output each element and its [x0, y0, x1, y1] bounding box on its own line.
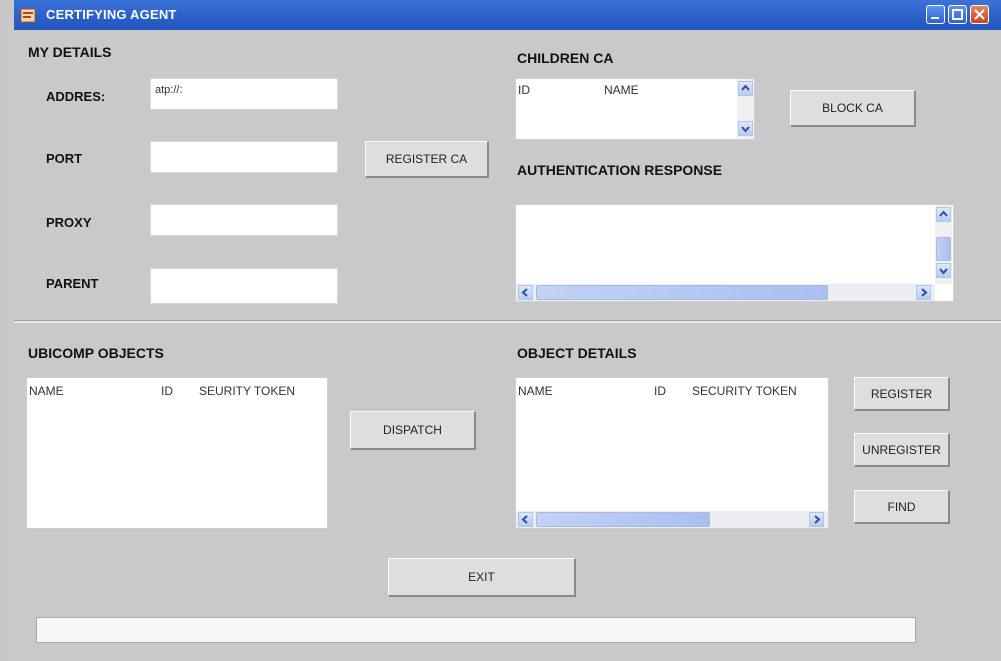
auth-response-hscrollbar[interactable]: [516, 284, 935, 301]
ubicomp-col-id: ID: [161, 384, 173, 398]
scroll-left-icon[interactable]: [518, 285, 533, 300]
title-bar[interactable]: CERTIFYING AGENT: [14, 0, 1001, 30]
minimize-button[interactable]: [926, 5, 945, 24]
my-details-heading: MY DETAILS: [28, 44, 112, 60]
maximize-button[interactable]: [948, 5, 967, 24]
authentication-response-heading: AUTHENTICATION RESPONSE: [517, 162, 723, 178]
close-button[interactable]: [970, 5, 989, 24]
object-details-hscrollbar[interactable]: [516, 511, 828, 528]
proxy-label: PROXY: [46, 215, 92, 230]
certifying-agent-window: CERTIFYING AGENT MY DETAILS ADDRES: atp:…: [14, 0, 1001, 661]
port-label: PORT: [46, 151, 83, 166]
auth-response-vthumb[interactable]: [936, 237, 951, 261]
children-ca-vscrollbar[interactable]: [737, 79, 754, 139]
scroll-down-icon[interactable]: [936, 263, 951, 278]
section-divider: [14, 320, 1001, 323]
scroll-right-icon[interactable]: [916, 285, 931, 300]
port-field[interactable]: [150, 141, 338, 173]
scroll-right-icon[interactable]: [809, 512, 824, 527]
parent-label: PARENT: [46, 276, 99, 291]
proxy-field[interactable]: [150, 204, 338, 236]
children-ca-heading: CHILDREN CA: [517, 50, 614, 66]
register-button[interactable]: REGISTER: [854, 377, 950, 411]
ubicomp-objects-list[interactable]: NAME ID SEURITY TOKEN: [26, 377, 328, 529]
auth-response-hthumb[interactable]: [536, 285, 828, 300]
object-details-col-token: SECURITY TOKEN: [692, 384, 797, 398]
address-field[interactable]: atp://:: [150, 78, 338, 110]
object-details-col-id: ID: [654, 384, 666, 398]
object-details-heading: OBJECT DETAILS: [517, 345, 637, 361]
parent-field[interactable]: [150, 268, 338, 304]
block-ca-button[interactable]: BLOCK CA: [790, 90, 916, 127]
dispatch-button[interactable]: DISPATCH: [350, 411, 476, 450]
status-bar: [36, 617, 916, 643]
scroll-up-icon[interactable]: [936, 207, 951, 222]
ubicomp-objects-heading: UBICOMP OBJECTS: [28, 345, 164, 361]
children-ca-list[interactable]: ID NAME: [515, 78, 755, 140]
object-details-hthumb[interactable]: [536, 512, 710, 527]
app-icon: [20, 6, 38, 24]
ubicomp-col-token: SEURITY TOKEN: [199, 384, 296, 398]
children-ca-col-name: NAME: [604, 83, 639, 97]
window-title: CERTIFYING AGENT: [46, 7, 177, 22]
authentication-response-area[interactable]: [515, 204, 954, 302]
register-ca-button[interactable]: REGISTER CA: [365, 141, 489, 178]
children-ca-col-id: ID: [518, 83, 530, 97]
exit-button[interactable]: EXIT: [388, 558, 576, 597]
auth-response-vscrollbar[interactable]: [935, 205, 952, 284]
unregister-button[interactable]: UNREGISTER: [854, 433, 950, 467]
scroll-left-icon[interactable]: [518, 512, 533, 527]
object-details-col-name: NAME: [518, 384, 553, 398]
address-label: ADDRES:: [46, 89, 106, 104]
scroll-down-icon[interactable]: [738, 121, 753, 136]
object-details-list[interactable]: NAME ID SECURITY TOKEN: [515, 377, 829, 529]
ubicomp-col-name: NAME: [29, 384, 64, 398]
find-button[interactable]: FIND: [854, 490, 950, 524]
scroll-up-icon[interactable]: [738, 81, 753, 96]
